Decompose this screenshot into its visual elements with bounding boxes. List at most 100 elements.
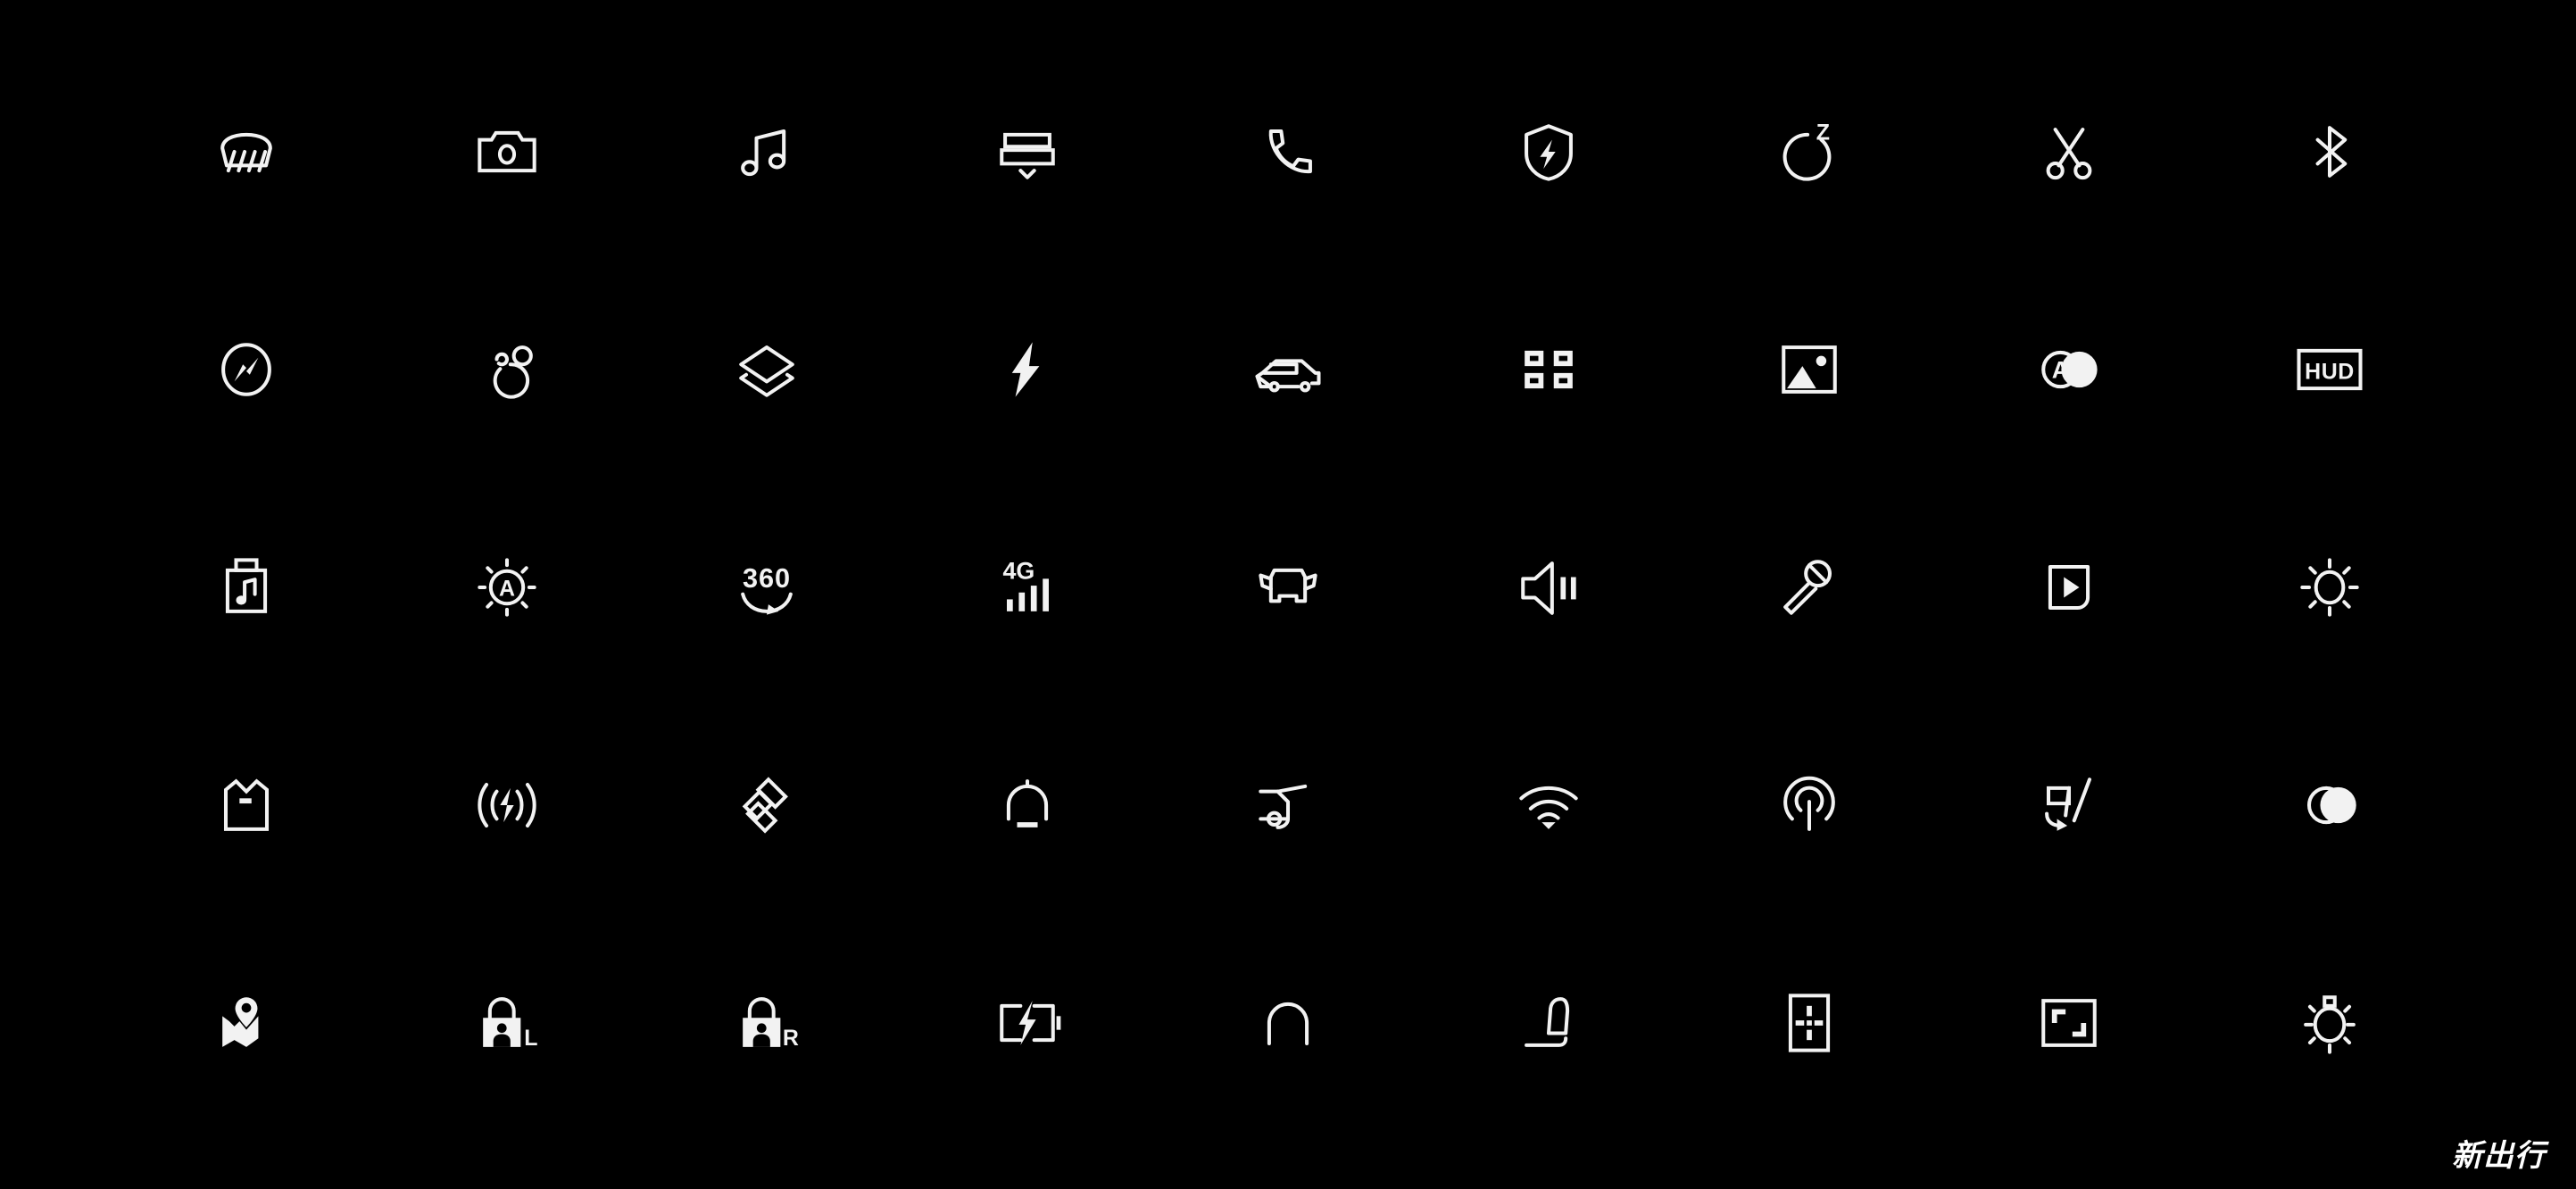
surround-view-360-icon: 360 [741, 563, 794, 615]
icon-cell-music[interactable] [637, 43, 898, 261]
fog-light-icon [2304, 995, 2356, 1054]
icon-cell-power-flash[interactable] [897, 261, 1158, 478]
sunshade-roller-blind-icon [1000, 132, 1055, 179]
usb-music-icon [225, 558, 267, 613]
icon-cell-wifi[interactable] [1418, 696, 1679, 914]
icon-sheet: Z A HUD A 360 4G L R 新出行 [0, 0, 2576, 1189]
icon-cell-scissors[interactable] [1939, 43, 2199, 261]
car-side-icon [1255, 359, 1321, 393]
shield-bolt-icon [1524, 124, 1573, 181]
lightning-bolt-icon [1011, 342, 1040, 397]
child-lock-right-label: R [783, 1026, 799, 1051]
icon-cell-usb-music[interactable] [116, 478, 377, 696]
seat-icon [1524, 997, 1569, 1047]
icon-cell-car-side[interactable] [1158, 261, 1418, 478]
image-gallery-icon [1781, 345, 1837, 394]
seat-fold-icon [2045, 777, 2092, 831]
icon-cell-link[interactable] [637, 696, 898, 914]
signal-4g-icon: 4G [1003, 557, 1050, 611]
icon-cell-light-bulb[interactable] [2199, 914, 2460, 1132]
video-player-icon [2048, 564, 2090, 611]
wireless-charging-icon [477, 782, 536, 828]
icon-cell-gallery[interactable] [1679, 261, 1940, 478]
chain-link-icon [743, 777, 789, 834]
icon-cell-theme-contrast[interactable] [2199, 696, 2460, 914]
icon-cell-hotspot[interactable] [1679, 696, 1940, 914]
sleep-z-label: Z [1816, 121, 1829, 146]
icon-cell-notifications[interactable] [897, 696, 1158, 914]
bell-outline-icon [1267, 1002, 1309, 1046]
icon-cell-all-apps[interactable] [1418, 261, 1679, 478]
icon-cell-child-lock-right[interactable]: R [637, 914, 898, 1132]
tailgate-open-icon [223, 778, 269, 831]
icon-cell-bell-outline[interactable] [1158, 914, 1418, 1132]
icon-cell-side-mirrors[interactable] [1158, 478, 1418, 696]
map-pin-icon [222, 997, 259, 1047]
icon-cell-wireless-charging[interactable] [377, 696, 637, 914]
icon-cell-volume[interactable] [1418, 478, 1679, 696]
hotspot-broadcast-icon [1782, 776, 1835, 831]
icon-cell-rear-window-defrost[interactable] [116, 43, 377, 261]
music-note-icon [741, 129, 786, 177]
child-lock-right-icon: R [743, 997, 799, 1051]
auto-headlight-a-label: A [499, 577, 515, 602]
icon-cell-mic-mute[interactable] [1679, 478, 1940, 696]
watermark: 新出行 [2452, 1140, 2546, 1173]
hud-icon: HUD [2297, 348, 2363, 391]
compass-navigation-icon [220, 343, 271, 396]
child-lock-left-icon: L [482, 997, 537, 1051]
rear-window-defrost-icon [220, 132, 272, 173]
network-4g-label: 4G [1003, 557, 1035, 584]
contrast-theme-icon [2307, 786, 2356, 825]
bubbles-icon [493, 345, 533, 399]
brightness-sun-icon [2300, 558, 2359, 617]
icon-cell-brightness[interactable] [2199, 478, 2460, 696]
icon-cell-4g-signal[interactable]: 4G [897, 478, 1158, 696]
sleep-timer-icon: Z [1782, 121, 1831, 181]
hood-open-icon [1259, 784, 1308, 829]
icon-cell-video[interactable] [1939, 478, 2199, 696]
icon-cell-guard-mode[interactable] [1418, 43, 1679, 261]
wifi-icon [1519, 786, 1578, 829]
icon-cell-tire-pressure[interactable] [1679, 914, 1940, 1132]
speaker-volume-icon [1521, 561, 1576, 615]
icon-cell-child-lock-left[interactable]: L [377, 914, 637, 1132]
icon-cell-phone[interactable] [1158, 43, 1418, 261]
icon-cell-tailgate[interactable] [116, 696, 377, 914]
icon-cell-bluetooth[interactable] [2199, 43, 2460, 261]
fullscreen-expand-icon [2041, 999, 2098, 1047]
child-lock-left-label: L [524, 1026, 537, 1051]
phone-call-icon [1268, 129, 1312, 174]
layers-icon [739, 345, 795, 397]
apps-grid-icon [1524, 350, 1573, 389]
auto-brightness-toggle-icon: A [2041, 350, 2098, 389]
icon-cell-hud[interactable]: HUD [2199, 261, 2460, 478]
scissors-icon [2046, 128, 2092, 180]
hud-label: HUD [2305, 360, 2355, 385]
icon-cell-auto-headlight[interactable]: A [377, 478, 637, 696]
car-mirrors-icon [1259, 568, 1317, 603]
icon-cell-sunshade-blind[interactable] [897, 43, 1158, 261]
icon-cell-360-view[interactable]: 360 [637, 478, 898, 696]
camera-icon [477, 130, 536, 173]
icon-cell-camera[interactable] [377, 43, 637, 261]
icon-cell-seat-fold[interactable] [1939, 696, 2199, 914]
icon-cell-fragrance[interactable] [377, 261, 637, 478]
icon-cell-fullscreen[interactable] [1939, 914, 2199, 1132]
icon-cell-map-location[interactable] [116, 914, 377, 1132]
microphone-mute-icon [1782, 560, 1832, 615]
icon-cell-battery-charging[interactable] [897, 914, 1158, 1132]
icon-grid: Z A HUD A 360 4G L R [116, 43, 2460, 1132]
icon-cell-sleep-mode[interactable]: Z [1679, 43, 1940, 261]
notification-bell-icon [1007, 779, 1049, 827]
icon-cell-hood[interactable] [1158, 696, 1418, 914]
icon-cell-seat[interactable] [1418, 914, 1679, 1132]
icon-cell-layers[interactable] [637, 261, 898, 478]
auto-headlight-icon: A [477, 558, 536, 617]
auto-toggle-a-label: A [2052, 357, 2069, 384]
three-sixty-label: 360 [743, 563, 791, 594]
bluetooth-icon [2315, 126, 2347, 178]
icon-cell-auto-brightness-toggle[interactable]: A [1939, 261, 2199, 478]
tire-pressure-icon [1788, 994, 1830, 1052]
icon-cell-navigation[interactable] [116, 261, 377, 478]
